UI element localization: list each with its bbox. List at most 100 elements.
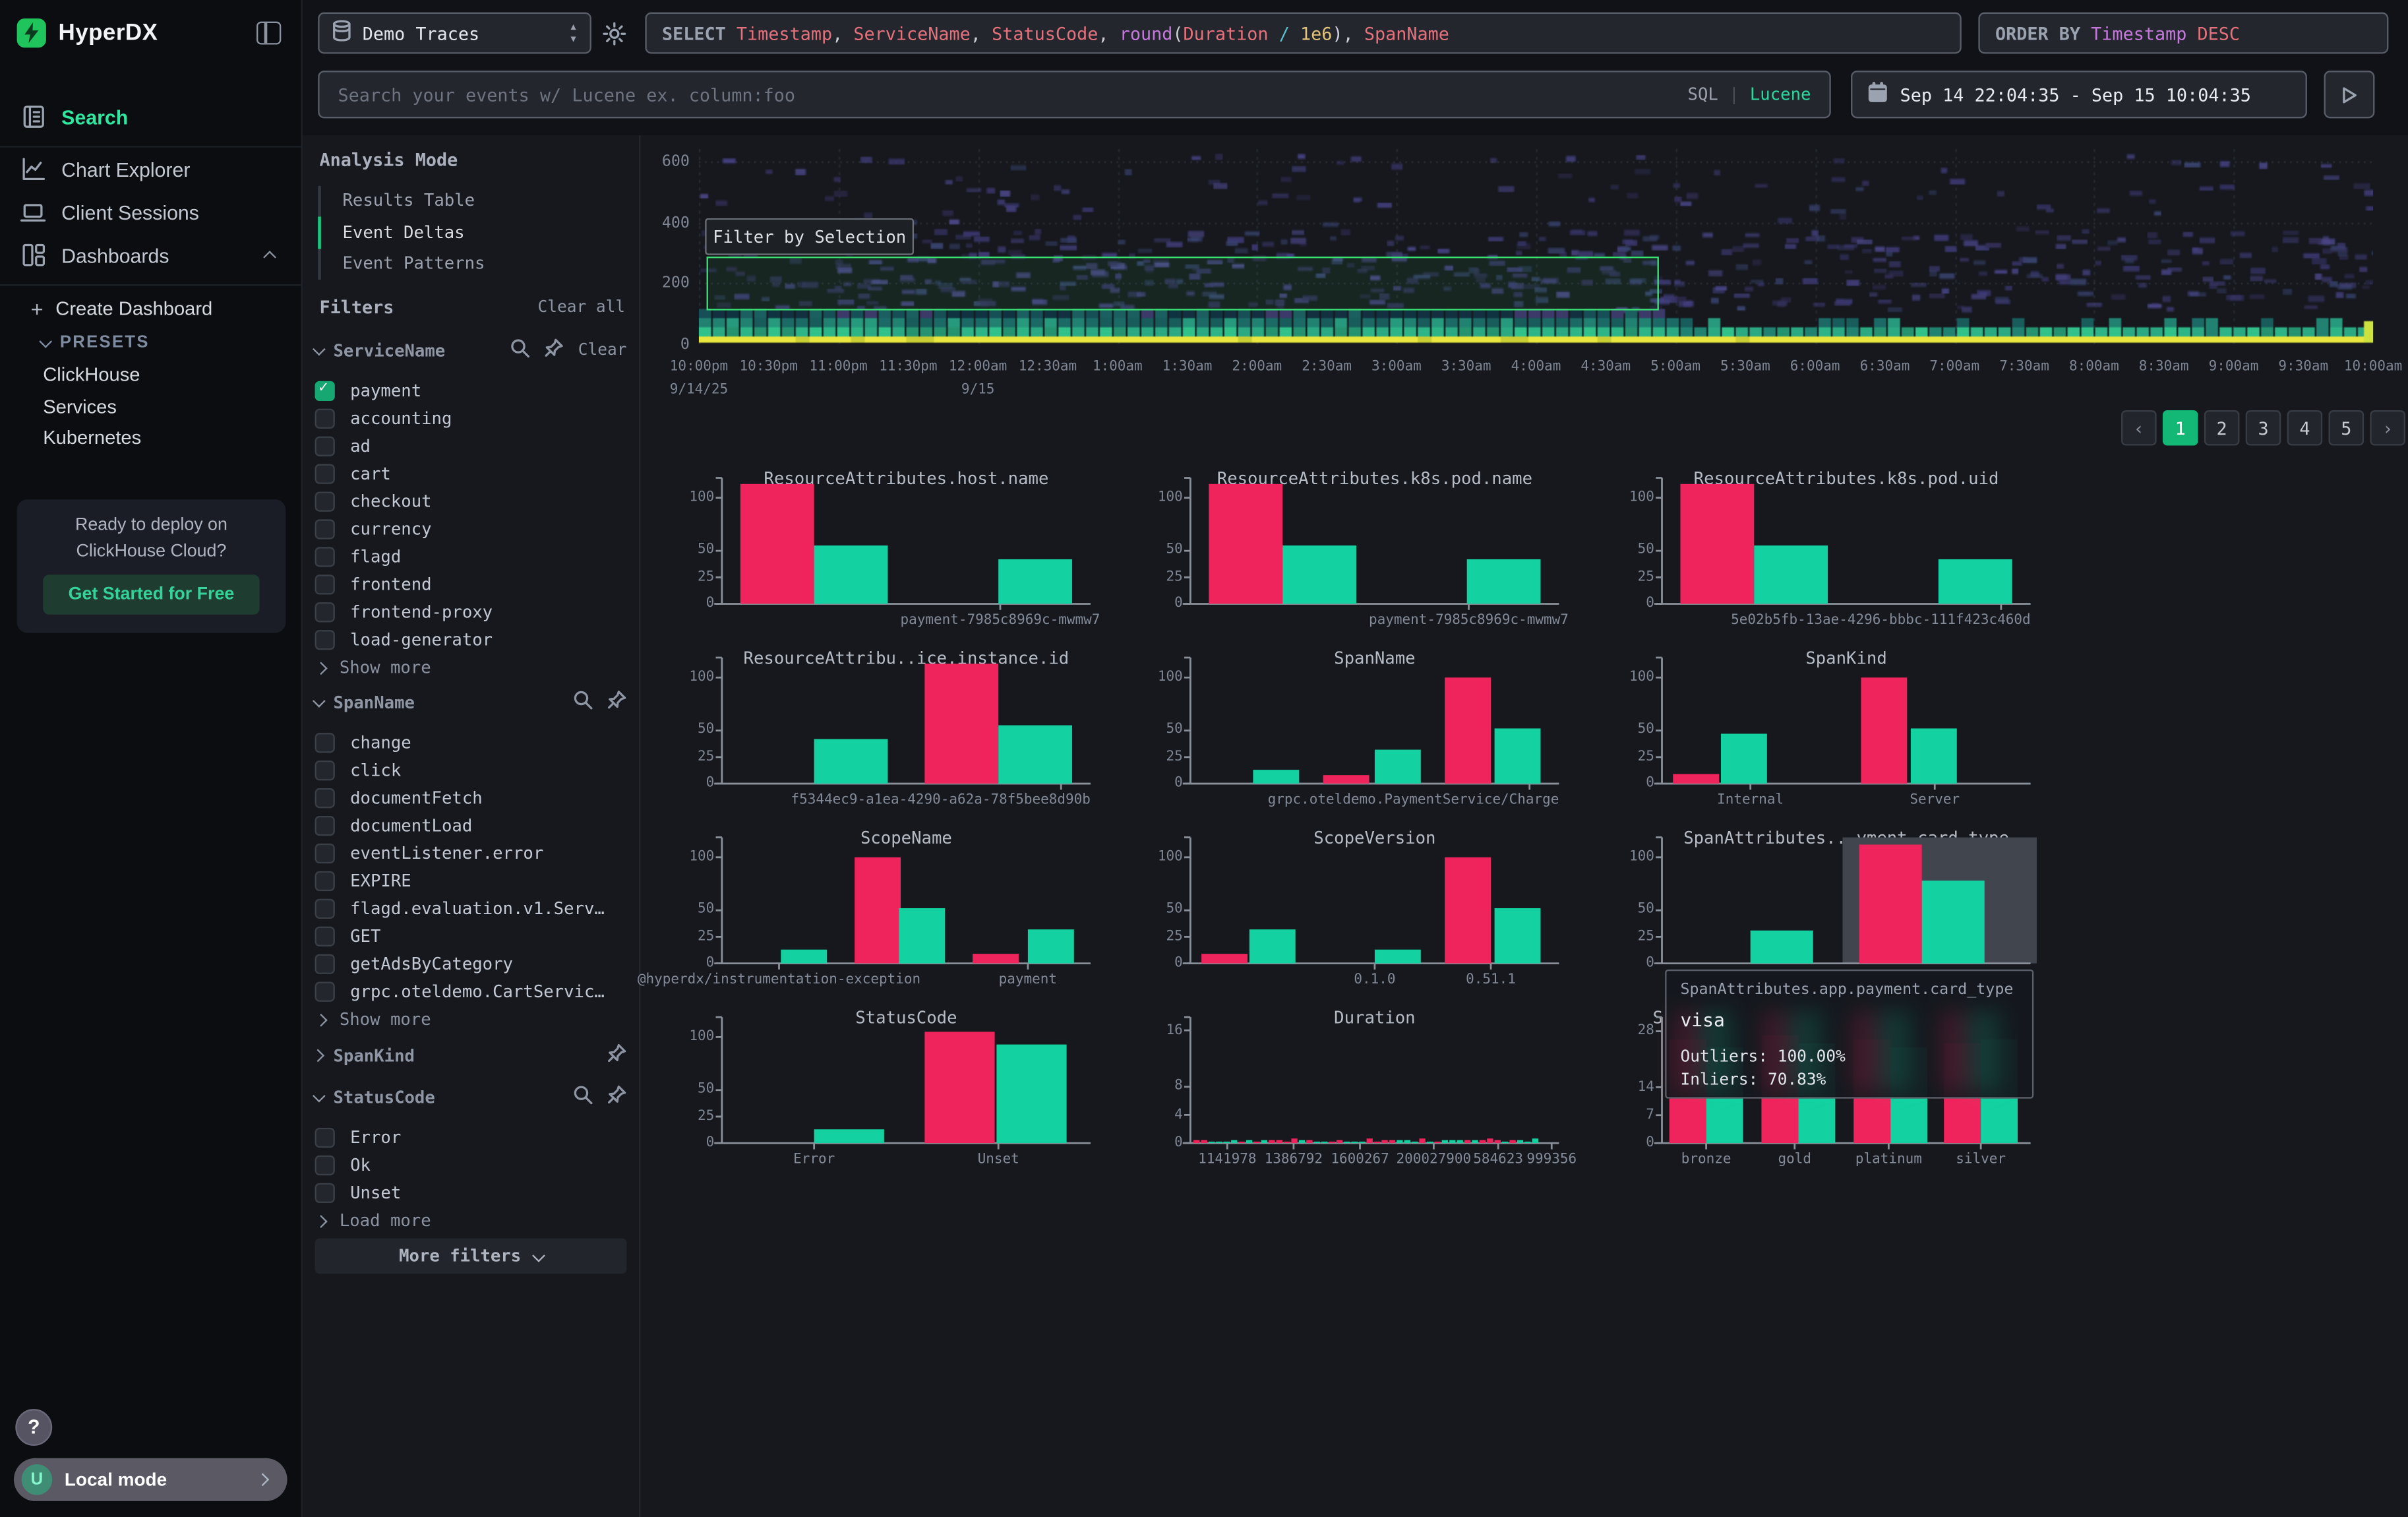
page-3-button[interactable]: 3 [2246,410,2281,446]
sidebar-item-chart-explorer[interactable]: Chart Explorer [0,148,301,191]
checkbox[interactable] [315,843,335,863]
filter-option-documentfetch[interactable]: documentFetch [303,784,640,811]
search-icon[interactable] [573,1085,593,1109]
filter-option-payment[interactable]: payment [303,377,640,404]
pin-icon[interactable] [607,1043,626,1068]
sidebar-preset-kubernetes[interactable]: Kubernetes [43,427,141,449]
chart-plot[interactable] [1181,475,1568,616]
settings-gear-icon[interactable] [602,22,626,51]
help-button[interactable]: ? [15,1409,52,1446]
filter-option-error[interactable]: Error [303,1123,640,1151]
checkbox[interactable] [315,518,335,538]
analysis-mode-results-table[interactable]: Results Table [342,186,475,217]
chart-plot[interactable] [1653,475,2040,616]
chart-plot[interactable] [713,1014,1100,1155]
checkbox[interactable] [315,981,335,1001]
page-1-button[interactable]: 1 [2163,410,2198,446]
sidebar-preset-services[interactable]: Services [43,396,117,418]
filter-option-currency[interactable]: currency [303,514,640,542]
pin-icon[interactable] [607,1085,626,1109]
filter-group-header-statuscode[interactable]: StatusCode [303,1085,640,1109]
chart-plot[interactable] [1181,834,1568,975]
checkbox[interactable] [315,546,335,566]
checkbox[interactable] [315,574,335,594]
chart-plot[interactable] [713,475,1100,616]
sidebar-collapse-icon[interactable] [256,22,281,45]
sidebar-item-search[interactable]: Search [0,95,301,138]
sidebar-item-client-sessions[interactable]: Client Sessions [0,191,301,233]
filter-group-header-servicename[interactable]: ServiceNameClear [303,338,640,362]
checkbox[interactable] [315,1155,335,1175]
sql-toggle[interactable]: SQL [1688,84,1718,104]
search-icon[interactable] [573,690,593,714]
page-2-button[interactable]: 2 [2204,410,2240,446]
filter-by-selection-button[interactable]: Filter by Selection [705,218,914,255]
page-prev-button[interactable]: ‹ [2121,410,2157,446]
checkbox[interactable] [315,815,335,835]
show-more-button[interactable]: Show more [303,654,431,681]
show-more-button[interactable]: Show more [303,1006,431,1033]
get-started-button[interactable]: Get Started for Free [43,574,259,615]
filter-group-clear-button[interactable]: Clear [578,341,627,359]
checkbox[interactable] [315,602,335,621]
sidebar-item-dashboards[interactable]: Dashboards [0,233,301,276]
chart-plot[interactable] [1653,654,2040,795]
filter-option-ok[interactable]: Ok [303,1151,640,1179]
checkbox[interactable] [315,1127,335,1147]
presets-toggle[interactable]: PRESETS [40,334,150,352]
filter-option-documentload[interactable]: documentLoad [303,811,640,839]
filter-option-flagd-evaluation-v1-serv-[interactable]: flagd.evaluation.v1.Serv… [303,894,640,922]
checkbox[interactable] [315,408,335,427]
pin-icon[interactable] [607,690,626,714]
filter-option-click[interactable]: click [303,756,640,784]
checkbox[interactable] [315,788,335,807]
more-filters-button[interactable]: More filters [315,1239,627,1274]
chart-plot[interactable] [1181,654,1568,795]
heatmap-selection-box[interactable] [707,257,1659,311]
pin-icon[interactable] [545,338,564,362]
page-4-button[interactable]: 4 [2287,410,2323,446]
search-input[interactable] [338,84,1687,106]
checkbox[interactable] [315,463,335,483]
chart-plot[interactable] [713,834,1100,975]
checkbox[interactable] [315,871,335,890]
checkbox[interactable] [315,732,335,752]
filter-option-change[interactable]: change [303,728,640,756]
filter-option-checkout[interactable]: checkout [303,487,640,514]
clear-all-button[interactable]: Clear all [538,298,626,317]
checkbox[interactable] [315,760,335,780]
filter-option-grpc-oteldemo-cartservic-[interactable]: grpc.oteldemo.CartServic… [303,977,640,1005]
source-select[interactable]: Demo Traces ▴▾ [318,13,591,54]
page-5-button[interactable]: 5 [2329,410,2364,446]
lucene-toggle[interactable]: Lucene [1750,84,1811,104]
checkbox[interactable] [315,435,335,455]
checkbox[interactable] [315,381,335,400]
checkbox[interactable] [315,491,335,511]
filter-option-unset[interactable]: Unset [303,1179,640,1206]
filter-option-eventlistener-error[interactable]: eventListener.error [303,839,640,867]
filter-option-getadsbycategory[interactable]: getAdsByCategory [303,950,640,977]
checkbox[interactable] [315,953,335,973]
run-query-button[interactable] [2324,71,2375,118]
analysis-mode-event-deltas[interactable]: Event Deltas [342,218,464,249]
events-heatmap[interactable] [699,149,2373,344]
load-more-button[interactable]: Load more [303,1208,431,1234]
filter-option-expire[interactable]: EXPIRE [303,867,640,894]
sql-select-input[interactable]: SELECT Timestamp, ServiceName, StatusCod… [645,13,1961,54]
filter-option-accounting[interactable]: accounting [303,404,640,432]
filter-option-get[interactable]: GET [303,922,640,950]
filter-option-flagd[interactable]: flagd [303,542,640,570]
sidebar-preset-clickhouse[interactable]: ClickHouse [43,364,140,386]
analysis-mode-event-patterns[interactable]: Event Patterns [342,249,485,280]
account-button[interactable]: U Local mode [14,1458,287,1501]
filter-group-header-spanname[interactable]: SpanName [303,690,640,714]
filter-option-load-generator[interactable]: load-generator [303,625,640,653]
filter-group-header-spankind[interactable]: SpanKind [303,1043,640,1068]
chart-plot[interactable] [1653,834,2040,975]
filter-option-cart[interactable]: cart [303,460,640,487]
filter-option-ad[interactable]: ad [303,432,640,460]
search-icon[interactable] [510,338,530,362]
checkbox[interactable] [315,629,335,649]
chart-plot[interactable] [713,654,1100,795]
checkbox[interactable] [315,1183,335,1202]
